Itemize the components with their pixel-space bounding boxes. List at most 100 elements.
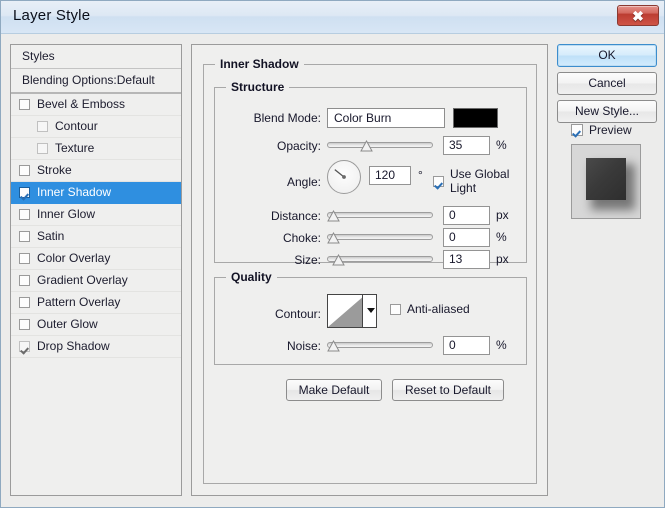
noise-slider-thumb[interactable] xyxy=(327,340,340,352)
shadow-color-swatch[interactable] xyxy=(453,108,498,128)
effect-enable-checkbox[interactable] xyxy=(19,99,30,110)
preview-label: Preview xyxy=(589,123,632,137)
sidebar-item-label: Color Overlay xyxy=(37,248,110,269)
anti-aliased-check-icon xyxy=(390,304,401,315)
sidebar-item-label: Pattern Overlay xyxy=(37,292,120,313)
distance-slider[interactable] xyxy=(327,208,433,224)
effect-enable-checkbox[interactable] xyxy=(19,231,30,242)
use-global-light-checkbox[interactable]: Use Global Light xyxy=(433,167,526,195)
sidebar-item-contour[interactable]: Contour xyxy=(11,116,181,138)
close-icon: ✖ xyxy=(618,7,658,26)
angle-unit: ° xyxy=(418,166,423,185)
sidebar-item-label: Contour xyxy=(55,116,98,137)
layer-style-dialog: Layer Style ✖ Styles Blending Options:De… xyxy=(0,0,665,508)
sidebar-item-label: Bevel & Emboss xyxy=(37,94,125,115)
styles-header[interactable]: Styles xyxy=(11,45,181,69)
distance-slider-track xyxy=(327,212,433,218)
angle-dial[interactable] xyxy=(327,160,361,194)
make-default-button[interactable]: Make Default xyxy=(286,379,382,401)
opacity-slider[interactable] xyxy=(327,138,433,154)
size-slider-thumb[interactable] xyxy=(332,254,345,266)
sidebar-item-stroke[interactable]: Stroke xyxy=(11,160,181,182)
size-label: Size: xyxy=(223,250,321,270)
effect-enable-checkbox[interactable] xyxy=(37,121,48,132)
effect-enable-checkbox[interactable] xyxy=(37,143,48,154)
close-button[interactable]: ✖ xyxy=(617,5,659,26)
distance-slider-thumb[interactable] xyxy=(327,210,340,222)
opacity-input[interactable]: 35 xyxy=(443,136,490,155)
effect-enable-checkbox[interactable] xyxy=(19,341,30,352)
reset-to-default-button[interactable]: Reset to Default xyxy=(392,379,504,401)
structure-group: Structure Blend Mode: Color Burn Opacity… xyxy=(214,87,527,263)
preview-checkbox[interactable]: Preview xyxy=(571,123,632,137)
contour-preset-picker[interactable] xyxy=(327,294,377,328)
anti-aliased-checkbox[interactable]: Anti-aliased xyxy=(390,302,470,316)
choke-label: Choke: xyxy=(223,228,321,248)
effect-enable-checkbox[interactable] xyxy=(19,275,30,286)
blend-mode-label: Blend Mode: xyxy=(223,108,321,128)
distance-label: Distance: xyxy=(223,206,321,226)
sidebar-item-label: Outer Glow xyxy=(37,314,98,335)
noise-label: Noise: xyxy=(223,336,321,356)
noise-slider[interactable] xyxy=(327,338,433,354)
sidebar-item-label: Satin xyxy=(37,226,64,247)
sidebar-item-drop-shadow[interactable]: Drop Shadow xyxy=(11,336,181,358)
inner-shadow-group: Inner Shadow Structure Blend Mode: Color… xyxy=(203,64,537,484)
distance-input[interactable]: 0 xyxy=(443,206,490,225)
sidebar-item-color-overlay[interactable]: Color Overlay xyxy=(11,248,181,270)
cancel-button[interactable]: Cancel xyxy=(557,72,657,95)
angle-label: Angle: xyxy=(223,172,321,192)
effect-enable-checkbox[interactable] xyxy=(19,209,30,220)
effect-settings-panel: Inner Shadow Structure Blend Mode: Color… xyxy=(191,44,548,496)
size-slider[interactable] xyxy=(327,252,433,268)
choke-slider-thumb[interactable] xyxy=(327,232,340,244)
size-input[interactable]: 13 xyxy=(443,250,490,269)
choke-slider[interactable] xyxy=(327,230,433,246)
ok-button[interactable]: OK xyxy=(557,44,657,67)
anti-aliased-label: Anti-aliased xyxy=(407,302,470,316)
sidebar-item-outer-glow[interactable]: Outer Glow xyxy=(11,314,181,336)
sidebar-item-inner-glow[interactable]: Inner Glow xyxy=(11,204,181,226)
effect-enable-checkbox[interactable] xyxy=(19,297,30,308)
sidebar-item-label: Inner Shadow xyxy=(37,182,111,203)
angle-input[interactable]: 120 xyxy=(369,166,411,185)
effect-enable-checkbox[interactable] xyxy=(19,319,30,330)
sidebar-item-satin[interactable]: Satin xyxy=(11,226,181,248)
sidebar-item-gradient-overlay[interactable]: Gradient Overlay xyxy=(11,270,181,292)
sidebar-item-label: Stroke xyxy=(37,160,72,181)
sidebar-item-label: Drop Shadow xyxy=(37,336,110,357)
dialog-content: Styles Blending Options:Default Bevel & … xyxy=(1,34,664,507)
size-unit: px xyxy=(496,250,509,269)
effect-enable-checkbox[interactable] xyxy=(19,253,30,264)
window-title: Layer Style xyxy=(13,7,90,24)
style-preview-thumbnail xyxy=(571,144,641,219)
noise-input[interactable]: 0 xyxy=(443,336,490,355)
blend-mode-select[interactable]: Color Burn xyxy=(327,108,445,128)
effect-enable-checkbox[interactable] xyxy=(19,165,30,176)
choke-unit: % xyxy=(496,228,507,247)
effect-enable-checkbox[interactable] xyxy=(19,187,30,198)
choke-input[interactable]: 0 xyxy=(443,228,490,247)
contour-dropdown-arrow-icon[interactable] xyxy=(362,295,376,327)
blending-options-row[interactable]: Blending Options:Default xyxy=(11,69,181,94)
sidebar-item-pattern-overlay[interactable]: Pattern Overlay xyxy=(11,292,181,314)
quality-group-label: Quality xyxy=(226,270,277,284)
sidebar-item-texture[interactable]: Texture xyxy=(11,138,181,160)
use-global-light-check-icon xyxy=(433,176,444,187)
opacity-label: Opacity: xyxy=(223,136,321,156)
preview-check-icon xyxy=(571,124,583,136)
styles-sidebar: Styles Blending Options:Default Bevel & … xyxy=(10,44,182,496)
new-style-button[interactable]: New Style... xyxy=(557,100,657,123)
sidebar-item-label: Texture xyxy=(55,138,94,159)
opacity-slider-track xyxy=(327,142,433,148)
sidebar-item-inner-shadow[interactable]: Inner Shadow xyxy=(11,182,181,204)
preview-shape xyxy=(586,158,626,200)
choke-slider-track xyxy=(327,234,433,240)
sidebar-item-bevel-emboss[interactable]: Bevel & Emboss xyxy=(11,94,181,116)
title-bar: Layer Style ✖ xyxy=(1,1,664,34)
contour-curve-icon xyxy=(328,295,362,327)
style-effects-list: Bevel & EmbossContourTextureStrokeInner … xyxy=(11,94,181,358)
distance-unit: px xyxy=(496,206,509,225)
opacity-slider-thumb[interactable] xyxy=(360,140,373,152)
structure-group-label: Structure xyxy=(226,80,289,94)
